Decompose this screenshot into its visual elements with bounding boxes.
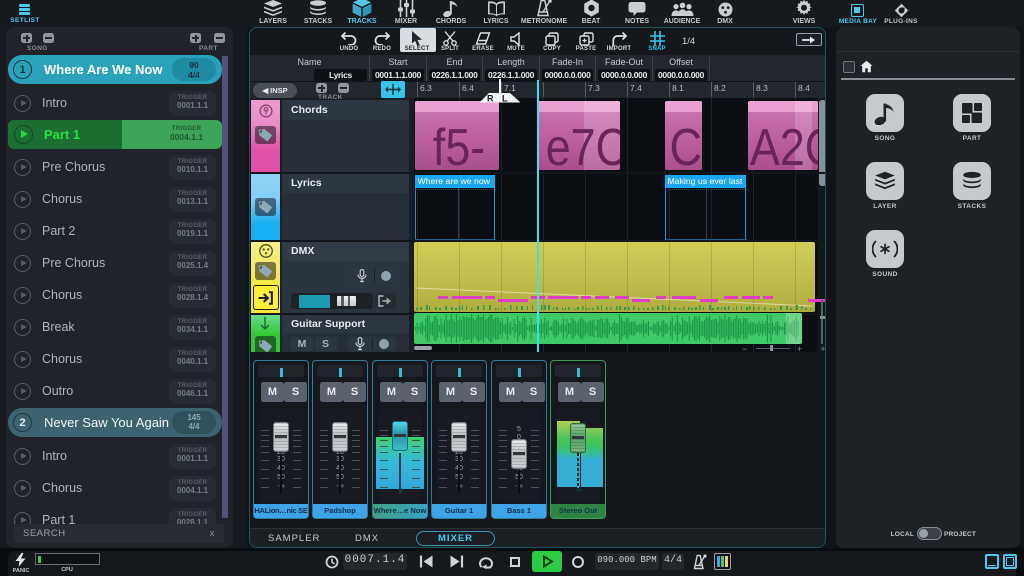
svg-text:R: R xyxy=(487,94,494,103)
svg-text:L: L xyxy=(502,94,508,103)
